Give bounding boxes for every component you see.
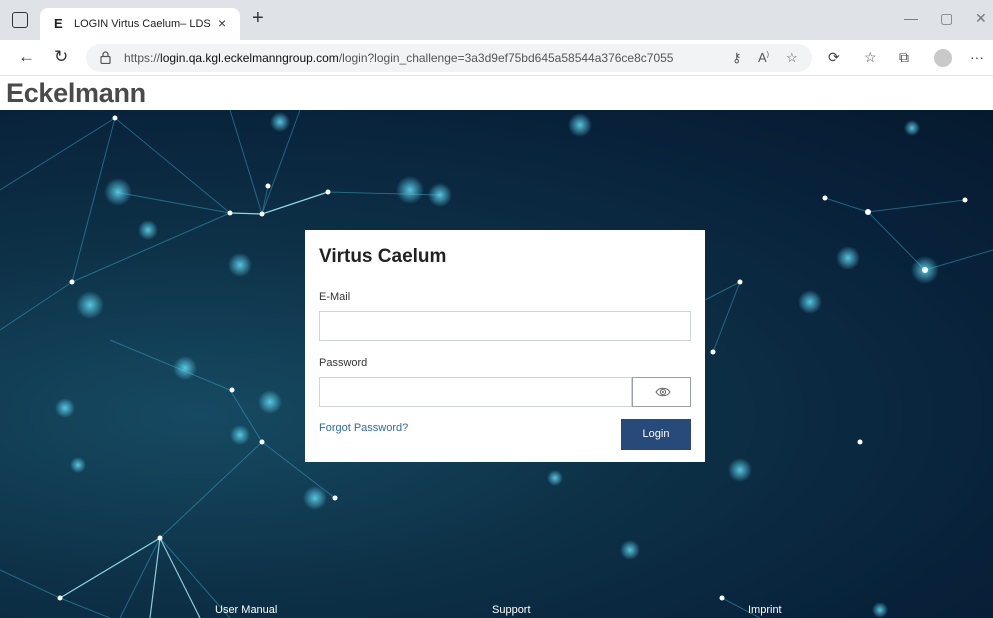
tab-close-icon[interactable]: ×: [218, 15, 226, 31]
tab-actions-icon[interactable]: [12, 12, 28, 28]
forgot-password-link[interactable]: Forgot Password?: [319, 422, 408, 434]
refresh-icon[interactable]: ↻: [54, 48, 68, 66]
card-title: Virtus Caelum: [319, 246, 447, 267]
favorite-icon[interactable]: ☆: [786, 50, 798, 66]
email-label: E-Mail: [319, 291, 351, 303]
imprint-link[interactable]: Imprint: [748, 604, 782, 616]
address-bar[interactable]: https://login.qa.kgl.eckelmanngroup.com/…: [86, 44, 812, 72]
show-password-button[interactable]: [632, 377, 691, 407]
browser-tab[interactable]: E LOGIN Virtus Caelum– LDS ×: [40, 8, 240, 40]
key-icon[interactable]: ⚷: [732, 50, 742, 66]
maximize-icon[interactable]: ▢: [940, 10, 953, 27]
login-button[interactable]: Login: [621, 419, 691, 450]
tab-favicon-icon: E: [54, 16, 63, 31]
new-tab-button[interactable]: +: [252, 8, 264, 28]
page-header: Eckelmann: [0, 76, 993, 110]
minimize-icon[interactable]: —: [904, 10, 918, 26]
tab-title: LOGIN Virtus Caelum– LDS: [74, 18, 211, 30]
eckelmann-logo: Eckelmann: [6, 78, 146, 108]
favorites-icon[interactable]: ☆: [864, 49, 877, 66]
back-icon[interactable]: ←: [18, 48, 35, 66]
browser-toolbar: ← ↻ https://login.qa.kgl.eckelmanngroup.…: [0, 40, 993, 76]
browser-tab-bar: E LOGIN Virtus Caelum– LDS × + — ▢ ✕: [0, 0, 993, 40]
extensions-icon[interactable]: ⟳: [828, 49, 840, 66]
url-text: https://login.qa.kgl.eckelmanngroup.com/…: [124, 51, 674, 65]
password-label: Password: [319, 357, 368, 369]
login-card: Virtus Caelum E-Mail Password Forgot Pas…: [305, 230, 705, 462]
profile-icon[interactable]: [934, 49, 952, 67]
close-window-icon[interactable]: ✕: [975, 10, 987, 27]
password-field[interactable]: [319, 377, 632, 407]
email-field[interactable]: [319, 311, 691, 341]
eye-icon: [655, 387, 671, 397]
network-background: Virtus Caelum E-Mail Password Forgot Pas…: [0, 110, 993, 618]
user-manual-link[interactable]: User Manual: [215, 604, 277, 616]
collections-icon[interactable]: ⧉: [899, 49, 909, 66]
lock-icon: [100, 51, 111, 64]
support-link[interactable]: Support: [492, 604, 531, 616]
more-icon[interactable]: ···: [970, 49, 984, 65]
read-aloud-icon[interactable]: A): [758, 50, 769, 65]
